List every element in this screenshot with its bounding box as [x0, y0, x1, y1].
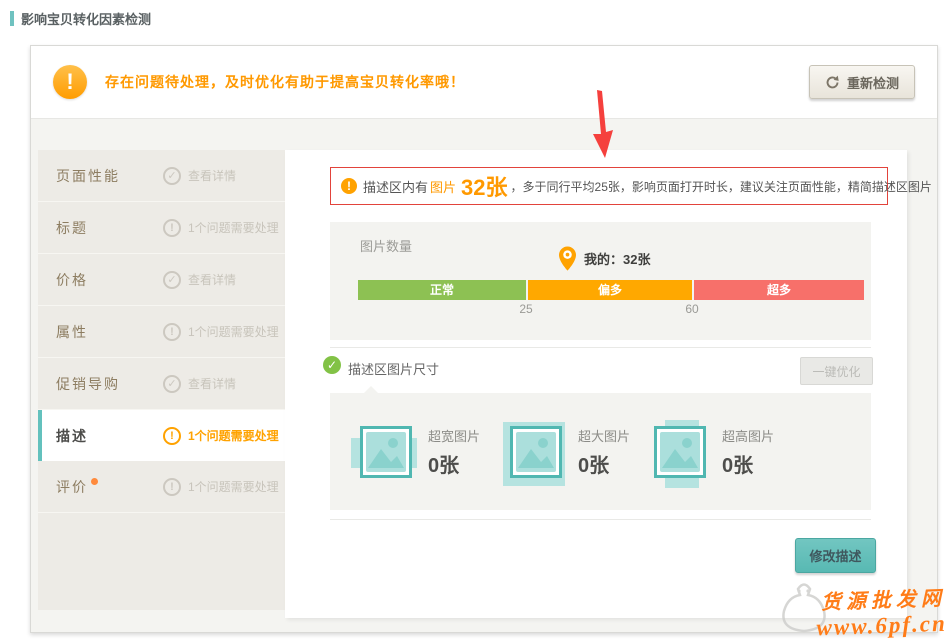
sidebar-item-title[interactable]: 标题 ! 1个问题需要处理 — [38, 202, 285, 254]
notice-bar: ! 存在问题待处理，及时优化有助于提高宝贝转化率哦！ 重新检测 — [31, 46, 937, 119]
sidebar-item-attributes[interactable]: 属性 ! 1个问题需要处理 — [38, 306, 285, 358]
gauge-segment-high: 偏多 — [528, 280, 692, 300]
size-item-wide: 超宽图片 0张 — [360, 393, 480, 510]
sidebar-item-status: 1个问题需要处理 — [188, 478, 279, 495]
warning-icon: ! — [163, 427, 181, 445]
refresh-icon — [825, 75, 840, 90]
alert-suffix: ，多于同行平均25张，影响页面打开时长，建议关注页面性能，精简描述区图片 — [511, 178, 932, 195]
sidebar-item-status: 查看详情 — [188, 271, 236, 288]
size-item-count: 0张 — [578, 449, 630, 478]
sidebar-item-reviews[interactable]: 评价 ! 1个问题需要处理 — [38, 461, 285, 513]
notice-message: 存在问题待处理，及时优化有助于提高宝贝转化率哦！ — [105, 72, 465, 92]
size-item-large: 超大图片 0张 — [510, 393, 630, 510]
warning-icon: ! — [163, 323, 181, 341]
title-accent-bar — [10, 11, 14, 26]
annotation-arrow-icon — [592, 90, 618, 160]
optimize-button[interactable]: 一键优化 — [800, 357, 873, 385]
divider — [330, 347, 871, 348]
page-title-text: 影响宝贝转化因素检测 — [21, 9, 151, 28]
description-alert: ! 描述区内有 图片 32张 ，多于同行平均25张，影响页面打开时长，建议关注页… — [330, 167, 888, 205]
watermark-line1: 货源批发网 — [815, 582, 946, 616]
sidebar-item-label: 标题 — [56, 218, 163, 238]
divider — [330, 519, 871, 520]
main-container: ! 存在问题待处理，及时优化有助于提高宝贝转化率哦！ 重新检测 页面性能 ✓ 查… — [30, 45, 938, 633]
sidebar-item-status: 1个问题需要处理 — [188, 323, 279, 340]
sidebar-item-label: 价格 — [56, 270, 163, 290]
sidebar: 页面性能 ✓ 查看详情 标题 ! 1个问题需要处理 价格 ✓ 查看详情 属性 !… — [38, 150, 285, 610]
check-icon: ✓ — [163, 167, 181, 185]
warning-icon: ! — [163, 219, 181, 237]
sidebar-item-label: 促销导购 — [56, 374, 163, 394]
sidebar-item-description[interactable]: 描述 ! 1个问题需要处理 — [38, 410, 285, 461]
alert-prefix: 描述区内有 — [363, 177, 428, 196]
size-item-label: 超宽图片 — [428, 426, 480, 445]
size-item-count: 0张 — [722, 449, 774, 478]
page-title: 影响宝贝转化因素检测 — [10, 9, 151, 28]
sidebar-item-status: 1个问题需要处理 — [188, 427, 279, 444]
watermark-line2: www.6pf.cn — [816, 611, 947, 639]
alert-count: 32张 — [461, 170, 507, 202]
sidebar-item-price[interactable]: 价格 ✓ 查看详情 — [38, 254, 285, 306]
my-count-marker: 我的：32张 — [559, 246, 650, 271]
check-icon: ✓ — [323, 356, 341, 374]
sidebar-item-status: 1个问题需要处理 — [188, 219, 279, 236]
size-item-count: 0张 — [428, 449, 480, 478]
check-icon: ✓ — [163, 375, 181, 393]
sidebar-item-performance[interactable]: 页面性能 ✓ 查看详情 — [38, 150, 285, 202]
image-size-panel: 超宽图片 0张 超大图片 0张 — [330, 393, 871, 510]
wide-image-icon — [360, 426, 412, 478]
alert-highlight: 图片 — [430, 177, 456, 196]
notification-dot — [91, 478, 98, 485]
location-pin-icon — [559, 246, 576, 271]
gauge-segment-normal: 正常 — [358, 280, 526, 300]
warning-icon: ! — [53, 65, 87, 99]
warning-icon: ! — [341, 178, 357, 194]
sidebar-item-promotion[interactable]: 促销导购 ✓ 查看详情 — [38, 358, 285, 410]
recheck-label: 重新检测 — [847, 73, 899, 92]
recheck-button[interactable]: 重新检测 — [809, 65, 915, 99]
sidebar-item-label: 属性 — [56, 322, 163, 342]
check-icon: ✓ — [163, 271, 181, 289]
gauge-tick-25: 25 — [519, 302, 532, 316]
my-count-label: 我的：32张 — [584, 246, 650, 268]
image-count-gauge: 正常 偏多 超多 — [358, 280, 864, 300]
sidebar-item-label: 描述 — [56, 426, 163, 446]
edit-description-button[interactable]: 修改描述 — [795, 538, 876, 573]
size-item-label: 超大图片 — [578, 426, 630, 445]
image-count-title: 图片数量 — [360, 236, 412, 255]
sidebar-item-label: 页面性能 — [56, 166, 163, 186]
sidebar-item-status: 查看详情 — [188, 375, 236, 392]
sidebar-item-status: 查看详情 — [188, 167, 236, 184]
size-item-label: 超高图片 — [722, 426, 774, 445]
gauge-segment-over: 超多 — [694, 280, 864, 300]
content-panel: ! 描述区内有 图片 32张 ，多于同行平均25张，影响页面打开时长，建议关注页… — [285, 150, 907, 618]
watermark: 货源批发网 www.6pf.cn — [778, 577, 946, 639]
image-size-title: 描述区图片尺寸 — [348, 359, 439, 378]
sidebar-item-label: 评价 — [56, 477, 163, 497]
size-item-tall: 超高图片 0张 — [654, 393, 774, 510]
gauge-tick-60: 60 — [685, 302, 698, 316]
warning-icon: ! — [163, 478, 181, 496]
tall-image-icon — [654, 426, 706, 478]
image-count-panel: 图片数量 我的：32张 正常 偏多 超多 25 60 — [330, 222, 871, 340]
large-image-icon — [510, 426, 562, 478]
